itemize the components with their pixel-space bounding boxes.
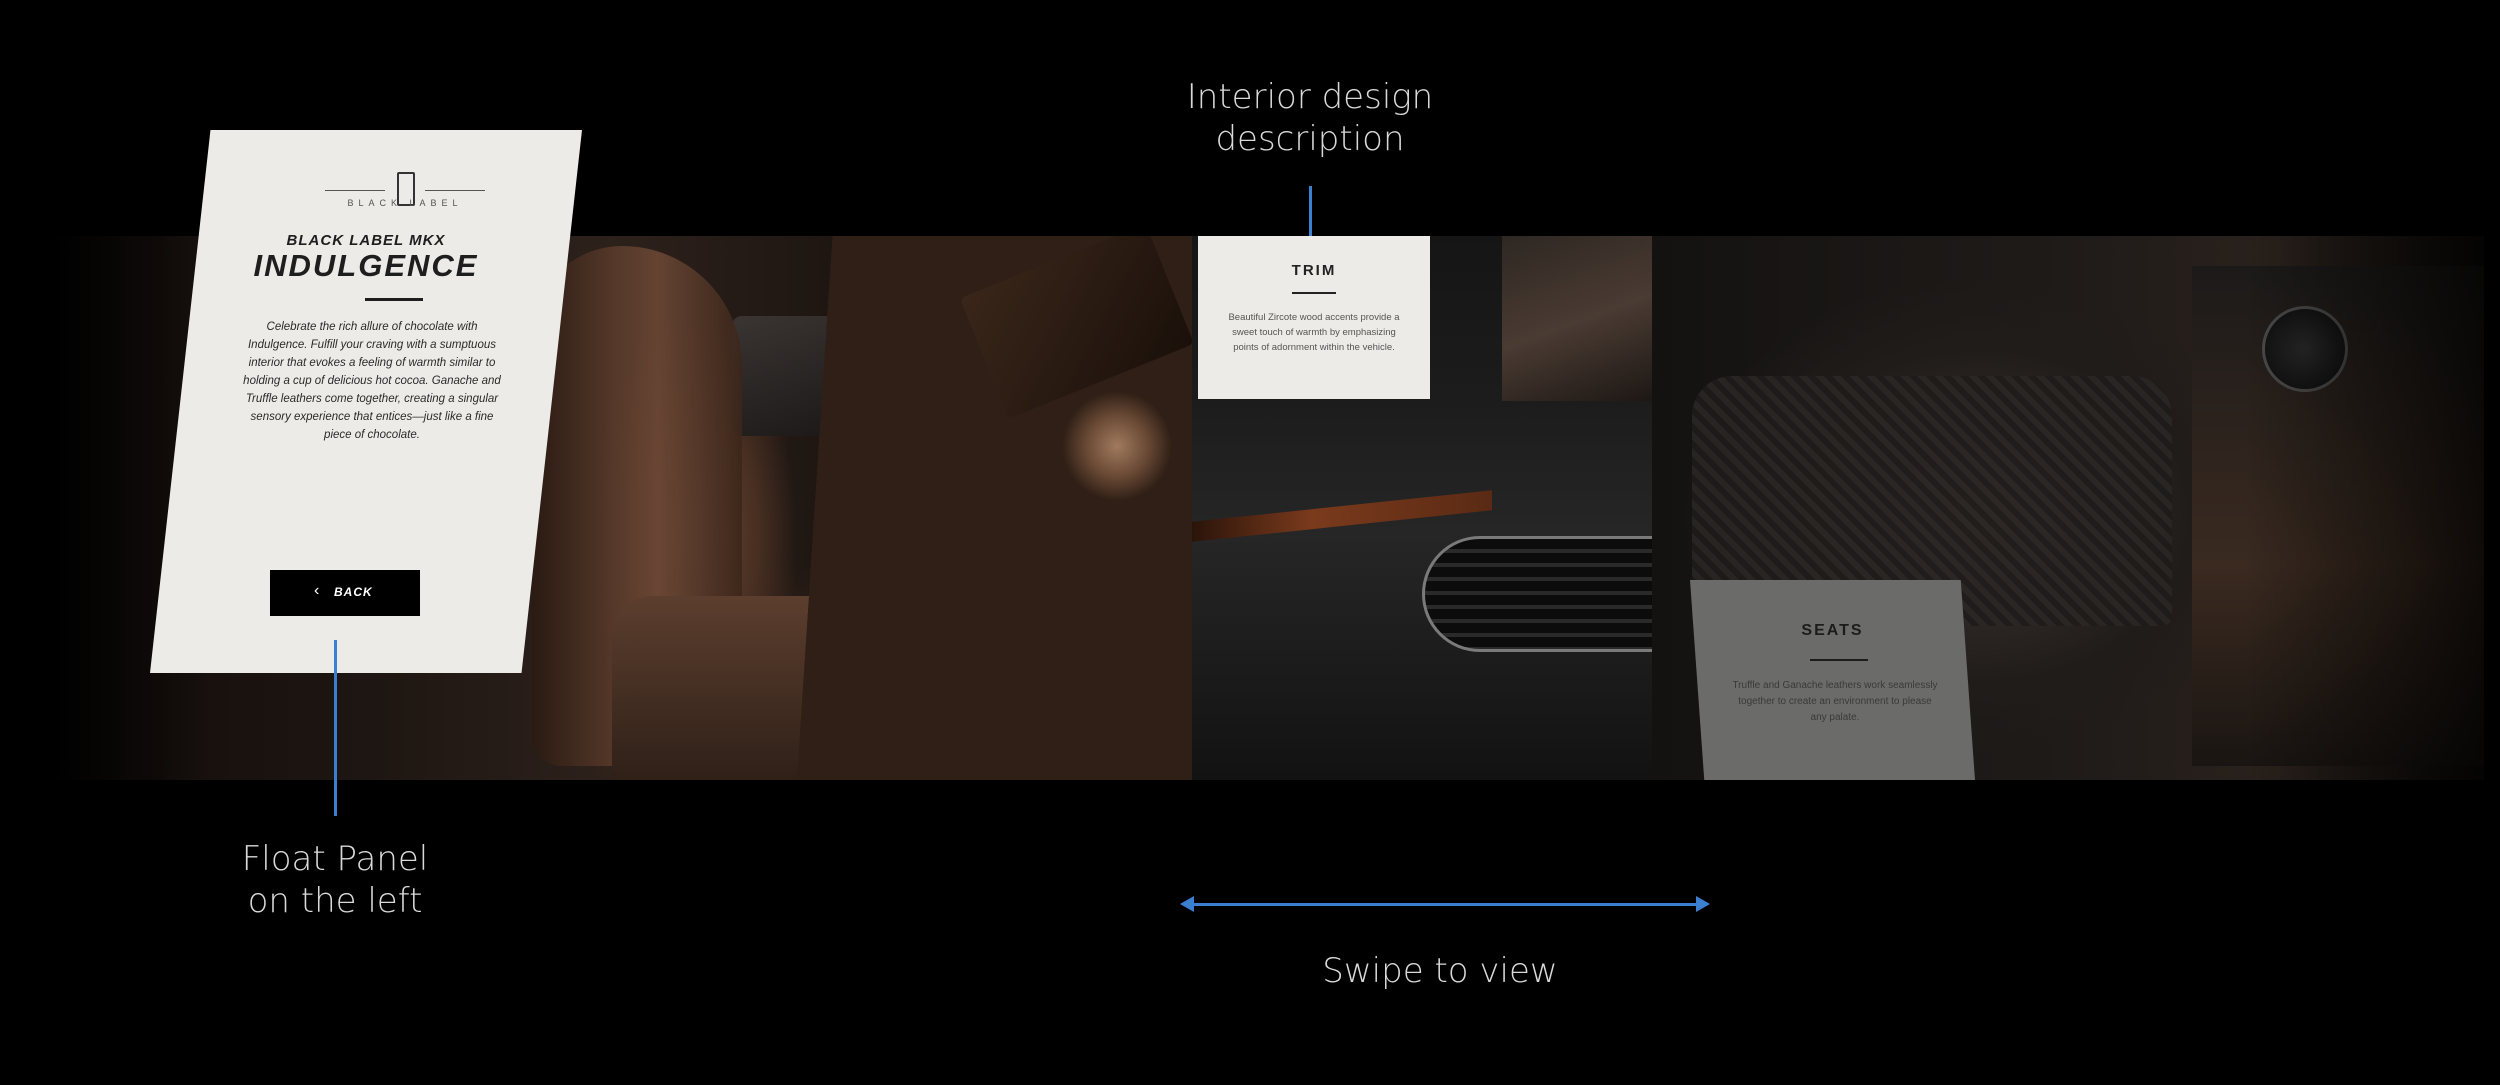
annotation-interior-design: Interior design description: [1160, 76, 1460, 160]
chevron-left-icon: ‹: [314, 582, 320, 599]
logo-text: BLACK LABEL: [347, 198, 463, 208]
back-button-label: BACK: [334, 585, 373, 599]
float-panel-content: BLACK LABEL BLACK LABEL MKX INDULGENCE C…: [150, 130, 582, 673]
seats-description: Truffle and Ganache leathers work seamle…: [1732, 680, 1938, 723]
headline-underline: [365, 298, 423, 301]
annotation-float-panel: Float Panel on the left: [185, 838, 485, 922]
seats-card[interactable]: SEATS Truffle and Ganache leathers work …: [1690, 580, 1975, 780]
trim-underline: [1292, 292, 1336, 294]
logo-rule-right: [425, 190, 485, 191]
panel-eyebrow: BLACK LABEL MKX: [286, 232, 446, 249]
annotation-interior-design-line2: description: [1215, 119, 1405, 159]
arrow-left-icon: [1180, 896, 1194, 912]
lifestyle-photo: [1502, 236, 1672, 401]
float-panel-pointer-line: [334, 640, 337, 816]
logo-rule-left: [325, 190, 385, 191]
black-label-logo: BLACK LABEL: [325, 172, 485, 208]
trim-description: Beautiful Zircote wood accents provide a…: [1228, 312, 1400, 353]
annotation-float-panel-line2: on the left: [247, 881, 423, 921]
arrow-right-icon: [1696, 896, 1710, 912]
annotation-swipe: Swipe to view: [1322, 951, 1558, 991]
back-button[interactable]: ‹ BACK: [270, 570, 420, 616]
wood-trim: [1192, 490, 1492, 542]
chocolate-truffle-image: [797, 236, 1242, 780]
seats-title: SEATS: [1801, 622, 1864, 639]
strip-fade-right: [2244, 236, 2484, 780]
chocolate-block: [959, 236, 1195, 419]
float-panel: BLACK LABEL BLACK LABEL MKX INDULGENCE C…: [150, 130, 582, 673]
seats-underline: [1810, 659, 1868, 661]
annotation-interior-design-line1: Interior design: [1186, 77, 1434, 117]
panel-body: Celebrate the rich allure of chocolate w…: [243, 321, 501, 441]
panel-headline: INDULGENCE: [253, 248, 479, 283]
swipe-arrow-line: [1188, 903, 1698, 906]
annotation-float-panel-line1: Float Panel: [241, 839, 429, 879]
trim-title: TRIM: [1291, 262, 1337, 279]
air-vent: [1422, 536, 1675, 652]
trim-card[interactable]: TRIM Beautiful Zircote wood accents prov…: [1198, 236, 1430, 399]
